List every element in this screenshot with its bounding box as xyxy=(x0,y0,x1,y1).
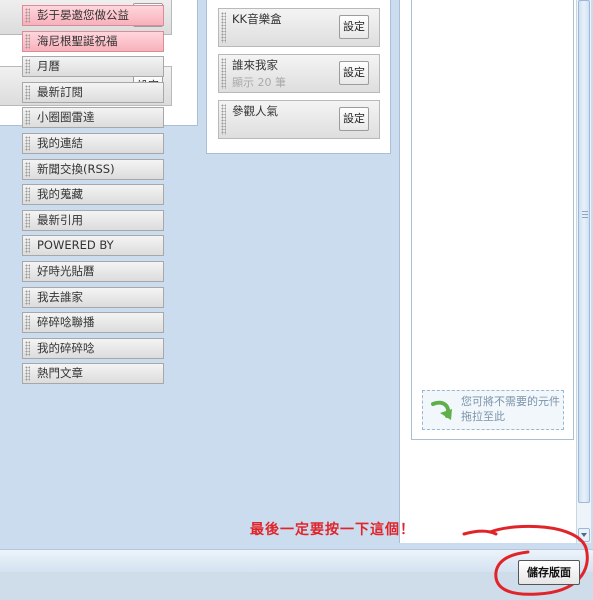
drag-handle[interactable] xyxy=(25,315,30,330)
available-widget-item[interactable]: 最新訂閱 xyxy=(22,82,164,103)
available-widget-item[interactable]: 彭于晏邀您做公益 xyxy=(22,5,164,26)
widget-settings-button[interactable]: 設定 xyxy=(339,61,369,85)
widget-visitors[interactable]: 誰來我家 顯示 20 筆 設定 xyxy=(218,54,380,93)
drag-handle[interactable] xyxy=(221,12,226,43)
widget-label: 月曆 xyxy=(37,59,60,73)
save-layout-button[interactable]: 儲存版面 xyxy=(518,560,580,585)
drag-handle[interactable] xyxy=(25,59,30,74)
widget-subtitle: 顯示 20 筆 xyxy=(232,76,286,89)
widget-label: 海尼根聖誕祝福 xyxy=(37,34,118,48)
trash-drop-zone[interactable]: 您可將不需要的元件拖拉至此 xyxy=(422,390,564,430)
drag-handle[interactable] xyxy=(25,8,30,23)
drop-zone-text: 您可將不需要的元件拖拉至此 xyxy=(461,395,560,423)
bottom-strip xyxy=(0,572,593,600)
widget-label: 小圈圈雷達 xyxy=(37,110,95,124)
widget-label: 最新引用 xyxy=(37,213,83,227)
scrollbar-thumb[interactable] xyxy=(578,0,590,503)
bottom-toolbar xyxy=(0,549,593,572)
widget-label: 我的連結 xyxy=(37,136,83,150)
drag-handle[interactable] xyxy=(25,366,30,381)
drag-handle[interactable] xyxy=(221,104,226,135)
available-widget-item[interactable]: 海尼根聖誕祝福 xyxy=(22,31,164,52)
widget-settings-button[interactable]: 設定 xyxy=(339,15,369,39)
right-panel xyxy=(399,0,576,543)
widget-title: KK音樂盒 xyxy=(232,12,282,26)
available-widget-item[interactable]: 月曆 xyxy=(22,56,164,77)
available-widgets-box xyxy=(411,0,574,440)
available-widget-item[interactable]: 小圈圈雷達 xyxy=(22,107,164,128)
available-widget-item[interactable]: 最新引用 xyxy=(22,210,164,231)
widget-label: 我去誰家 xyxy=(37,290,83,304)
drag-handle[interactable] xyxy=(25,110,30,125)
drag-handle[interactable] xyxy=(25,136,30,151)
available-widget-item[interactable]: 我的碎碎唸 xyxy=(22,338,164,359)
annotation-text: 最後一定要按一下這個！ xyxy=(250,522,415,538)
drag-handle[interactable] xyxy=(25,341,30,356)
drag-handle[interactable] xyxy=(25,85,30,100)
available-widget-item[interactable]: 我的連結 xyxy=(22,133,164,154)
widget-label: 我的碎碎唸 xyxy=(37,341,95,355)
drag-handle[interactable] xyxy=(25,213,30,228)
widget-label: 新聞交換(RSS) xyxy=(37,162,115,176)
widget-popularity[interactable]: 參觀人氣 設定 xyxy=(218,100,380,139)
scrollbar-grip-icon xyxy=(582,211,588,220)
widget-kk-music-box[interactable]: KK音樂盒 設定 xyxy=(218,8,380,47)
scroll-down-arrow-icon[interactable] xyxy=(578,528,590,542)
drag-handle[interactable] xyxy=(25,238,30,253)
available-widget-item[interactable]: 碎碎唸聯播 xyxy=(22,312,164,333)
widget-title: 參觀人氣 xyxy=(232,104,278,118)
available-widget-item[interactable]: 熱門文章 xyxy=(22,363,164,384)
drag-handle[interactable] xyxy=(25,187,30,202)
available-widget-item[interactable]: 好時光貼曆 xyxy=(22,261,164,282)
available-widget-item[interactable]: 我去誰家 xyxy=(22,287,164,308)
widget-settings-button[interactable]: 設定 xyxy=(339,107,369,131)
available-widget-item[interactable]: POWERED BY xyxy=(22,235,164,256)
available-widget-item[interactable]: 新聞交換(RSS) xyxy=(22,159,164,180)
widget-label: 碎碎唸聯播 xyxy=(37,315,95,329)
widget-label: 好時光貼曆 xyxy=(37,264,95,278)
drag-handle[interactable] xyxy=(221,58,226,89)
drag-handle[interactable] xyxy=(25,34,30,49)
middle-column: KK音樂盒 設定 誰來我家 顯示 20 筆 設定 參觀人氣 設定 xyxy=(206,0,391,154)
available-widget-item[interactable]: 我的蒐藏 xyxy=(22,184,164,205)
widget-label: 最新訂閱 xyxy=(37,85,83,99)
drag-handle[interactable] xyxy=(25,290,30,305)
widget-title: 誰來我家 xyxy=(232,58,278,72)
widget-label: 熱門文章 xyxy=(37,366,83,380)
widget-label: POWERED BY xyxy=(37,238,114,252)
widget-label: 我的蒐藏 xyxy=(37,187,83,201)
vertical-scrollbar[interactable] xyxy=(576,0,591,543)
drag-handle[interactable] xyxy=(25,162,30,177)
drag-handle[interactable] xyxy=(25,264,30,279)
widget-label: 彭于晏邀您做公益 xyxy=(37,8,129,22)
curved-arrow-icon xyxy=(431,400,452,420)
